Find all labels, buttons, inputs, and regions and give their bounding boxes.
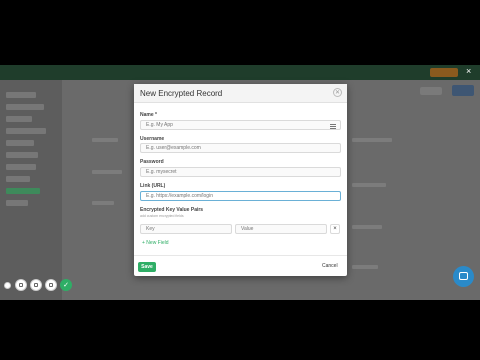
sidebar-item[interactable] [6, 140, 34, 146]
sidebar-item[interactable] [6, 92, 36, 98]
player-control[interactable] [4, 282, 11, 289]
video-frame: × New Encrypted Record ✕ Name * E.g. My … [0, 0, 480, 360]
name-label: Name * [140, 112, 157, 118]
sidebar-item[interactable] [6, 164, 36, 170]
password-input[interactable] [140, 167, 341, 177]
background-row [352, 265, 378, 269]
header-primary-button[interactable] [452, 85, 474, 96]
link-input[interactable] [140, 191, 341, 201]
sidebar [0, 80, 62, 300]
kv-label: Encrypted Key Value Pairs [140, 207, 204, 213]
kv-value-input[interactable] [235, 224, 327, 234]
top-banner: × [0, 65, 480, 80]
modal-header: New Encrypted Record ✕ [134, 84, 347, 103]
sidebar-item[interactable] [6, 176, 30, 182]
modal-footer: Save Cancel [134, 255, 347, 276]
background-row [352, 183, 386, 187]
player-control[interactable] [30, 279, 42, 291]
sidebar-item[interactable] [6, 152, 38, 158]
name-input[interactable] [140, 120, 341, 130]
background-row [352, 138, 392, 142]
player-control[interactable] [45, 279, 57, 291]
check-icon[interactable]: ✓ [60, 279, 72, 291]
banner-button[interactable] [430, 68, 458, 77]
sidebar-item[interactable] [6, 200, 28, 206]
background-row [92, 201, 114, 205]
link-label: Link (URL) [140, 183, 166, 189]
header-button[interactable] [420, 87, 442, 95]
save-button[interactable]: Save [138, 262, 156, 272]
banner-close-icon[interactable]: × [466, 66, 471, 76]
list-icon[interactable] [330, 124, 336, 129]
kv-key-input[interactable] [140, 224, 232, 234]
username-input[interactable] [140, 143, 341, 153]
new-field-link[interactable]: + New Field [142, 240, 169, 246]
remove-icon[interactable]: × [330, 224, 340, 234]
player-control[interactable] [15, 279, 27, 291]
sidebar-item[interactable] [6, 128, 46, 134]
modal-title: New Encrypted Record [140, 89, 223, 98]
username-label: Username [140, 136, 165, 142]
close-icon[interactable]: ✕ [333, 88, 342, 97]
sidebar-item[interactable] [6, 116, 32, 122]
background-row [352, 225, 382, 229]
chat-icon[interactable] [453, 266, 474, 287]
background-row [92, 138, 118, 142]
background-row [92, 170, 122, 174]
sidebar-item[interactable] [6, 104, 44, 110]
kv-hint: add custom encrypted fields [140, 214, 184, 218]
new-record-modal: New Encrypted Record ✕ Name * Username P… [134, 84, 347, 276]
password-label: Password [140, 159, 164, 165]
cancel-button[interactable]: Cancel [318, 261, 342, 271]
sidebar-item[interactable] [6, 188, 40, 194]
